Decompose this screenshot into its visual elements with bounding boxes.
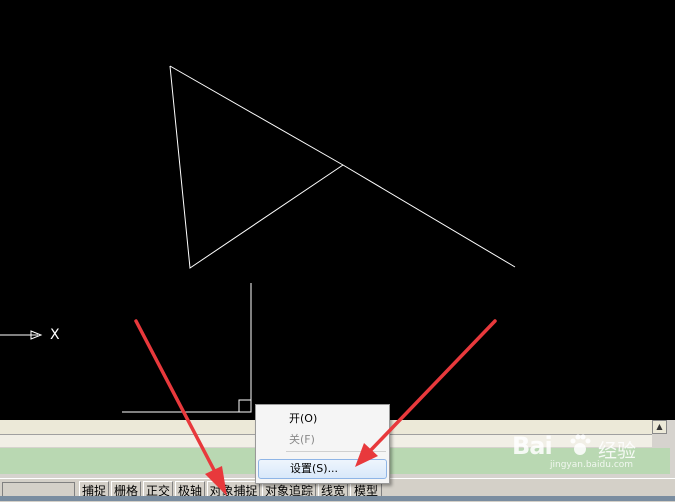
watermark-url: jingyan.baidu.com	[550, 460, 634, 470]
drawing-line-triangle[interactable]	[169, 65, 344, 269]
menu-item-on[interactable]: 开(O)	[258, 409, 387, 429]
baidu-paw-icon	[570, 434, 591, 455]
axis-x-label: X	[50, 327, 60, 343]
crosshair-cursor-icon	[122, 283, 252, 413]
menu-item-off: 关(F)	[289, 433, 315, 446]
drawing-geometry	[0, 65, 516, 413]
baidu-watermark: Bai 经验 jingyan.baidu.com	[512, 428, 652, 472]
command-scroll-up-button[interactable]: ▲	[652, 420, 667, 434]
menu-separator	[286, 451, 386, 452]
menu-item-settings[interactable]: 设置(S)...	[258, 459, 387, 479]
ucs-axis-icon	[0, 330, 43, 340]
taskbar-strip	[0, 496, 675, 501]
drawing-line-long[interactable]	[169, 65, 516, 268]
watermark-logo-cn: 经验	[598, 440, 637, 462]
osnap-context-menu: 开(O) 关(F) 设置(S)...	[255, 404, 390, 484]
drawing-canvas[interactable]: X	[0, 0, 675, 420]
watermark-logo-text: Bai	[512, 432, 553, 460]
